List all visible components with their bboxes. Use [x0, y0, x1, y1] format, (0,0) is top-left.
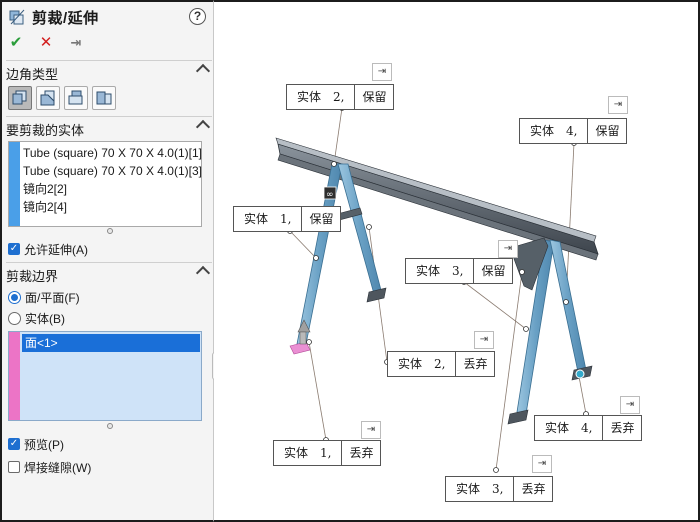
end-trim-icon [12, 90, 27, 105]
list-item[interactable]: 镜向2[4] [23, 198, 199, 216]
corner-type-section-header[interactable]: 边角类型 [6, 63, 212, 82]
collapse-chevron-icon[interactable] [195, 265, 211, 281]
body-label: 实体(B) [25, 311, 65, 326]
checkbox-checked-icon[interactable]: ✓ [8, 243, 20, 255]
pin-icon[interactable]: ⇥ [361, 421, 381, 439]
divider [6, 60, 212, 61]
callout-discard-body-4[interactable]: 实体 4, 丢弃 [534, 415, 643, 441]
callout-discard-body-1[interactable]: 实体 1, 丢弃 [273, 440, 382, 466]
pin-icon[interactable]: ⇥ [474, 331, 494, 349]
collapse-chevron-icon[interactable] [195, 63, 211, 79]
preview-label: 预览(P) [24, 437, 64, 452]
callout-action-label[interactable]: 保留 [474, 259, 512, 283]
bodies-to-trim-list[interactable]: Tube (square) 70 X 70 X 4.0(1)[1] Tube (… [8, 141, 202, 227]
callout-discard-body-2[interactable]: 实体 2, 丢弃 [387, 351, 496, 377]
list-resize-handle[interactable] [107, 423, 113, 429]
panel-title: 剪裁/延伸 [32, 9, 99, 27]
callout-action-label[interactable]: 丢弃 [603, 416, 641, 440]
callout-body-label: 实体 1, [234, 207, 303, 231]
callout-action-label[interactable]: 保留 [588, 119, 626, 143]
preview-checkbox[interactable]: ✓ 预览(P) [8, 435, 64, 453]
end-butt2-button[interactable] [92, 86, 116, 110]
body-radio[interactable]: 实体(B) [8, 309, 65, 327]
divider [6, 116, 212, 117]
callout-action-label[interactable]: 保留 [302, 207, 340, 231]
checkbox-unchecked-icon[interactable] [8, 461, 20, 473]
radio-selected-icon[interactable] [8, 290, 21, 304]
callout-action-label[interactable]: 丢弃 [514, 477, 552, 501]
end-miter-button[interactable] [36, 86, 60, 110]
ok-button[interactable]: ✔ [8, 35, 24, 51]
allow-extend-label: 允许延伸(A) [24, 242, 88, 257]
callout-body-label: 实体 4, [535, 416, 604, 440]
pin-icon[interactable]: ⇥ [608, 96, 628, 114]
corner-type-label: 边角类型 [6, 66, 59, 82]
callout-keep-body-2[interactable]: 实体 2, 保留 [286, 84, 395, 110]
trim-extend-feature-icon [9, 9, 25, 25]
left-frame: ∞ [289, 163, 387, 355]
pin-icon[interactable]: ⇥ [532, 455, 552, 473]
pin-icon[interactable]: ⇥ [372, 63, 392, 81]
weld-gap-label: 焊接缝隙(W) [24, 460, 92, 475]
end-miter-icon [40, 90, 55, 106]
trim-boundary-label: 剪裁边界 [6, 268, 59, 284]
pin-icon[interactable]: ⇥ [498, 240, 518, 258]
help-icon[interactable]: ? [189, 8, 206, 25]
list-resize-handle[interactable] [107, 228, 113, 234]
selection-color-stripe [9, 332, 20, 420]
list-item[interactable]: 镜向2[2] [23, 180, 199, 198]
checkbox-checked-icon[interactable]: ✓ [8, 438, 20, 450]
callout-keep-body-1[interactable]: 实体 1, 保留 [233, 206, 342, 232]
end-butt1-icon [68, 90, 83, 105]
end-butt1-button[interactable] [64, 86, 88, 110]
bodies-to-trim-section-header[interactable]: 要剪裁的实体 [6, 119, 212, 138]
callout-body-label: 实体 2, [287, 85, 356, 109]
callout-body-label: 实体 2, [388, 352, 457, 376]
divider [6, 262, 212, 263]
bodies-to-trim-label: 要剪裁的实体 [6, 122, 85, 138]
list-item-selected[interactable]: 面<1> [22, 334, 200, 352]
list-item[interactable]: Tube (square) 70 X 70 X 4.0(1)[1] [23, 144, 202, 162]
svg-text:∞: ∞ [326, 190, 334, 200]
callout-keep-body-3[interactable]: 实体 3, 保留 [405, 258, 514, 284]
callout-discard-body-3[interactable]: 实体 3, 丢弃 [445, 476, 554, 502]
callout-body-label: 实体 1, [274, 441, 343, 465]
face-plane-radio[interactable]: 面/平面(F) [8, 288, 80, 306]
callout-action-label[interactable]: 丢弃 [456, 352, 494, 376]
callout-body-label: 实体 4, [520, 119, 589, 143]
callout-action-label[interactable]: 丢弃 [342, 441, 380, 465]
corner-type-buttons [8, 86, 116, 110]
pin-icon[interactable]: ⇥ [68, 35, 84, 51]
property-manager-panel: 剪裁/延伸 ? ✔ ✕ ⇥ 边角类型 要剪裁的实体 Tube (square) … [0, 0, 214, 522]
end-butt2-icon [96, 91, 112, 105]
allow-extend-checkbox[interactable]: ✓ 允许延伸(A) [8, 240, 88, 258]
graphics-viewport[interactable]: ∞ 实体 2, 保留 ⇥ 实体 4, 保留 ⇥ 实体 1, 保留 实体 3, 保… [214, 0, 700, 522]
selection-color-stripe [9, 142, 20, 226]
callout-keep-body-4[interactable]: 实体 4, 保留 [519, 118, 628, 144]
panel-header: 剪裁/延伸 ? [6, 6, 212, 28]
list-item[interactable]: Tube (square) 70 X 70 X 4.0(1)[3] [23, 162, 202, 180]
callout-body-label: 实体 3, [406, 259, 475, 283]
callout-body-label: 实体 3, [446, 477, 515, 501]
trim-boundary-list[interactable]: 面<1> [8, 331, 202, 421]
cancel-button[interactable]: ✕ [38, 35, 54, 51]
radio-unselected-icon[interactable] [8, 311, 21, 325]
right-frame [507, 237, 593, 425]
collapse-chevron-icon[interactable] [195, 119, 211, 135]
face-plane-label: 面/平面(F) [25, 290, 80, 305]
action-row: ✔ ✕ ⇥ [8, 33, 84, 53]
pin-icon[interactable]: ⇥ [620, 396, 640, 414]
callout-action-label[interactable]: 保留 [355, 85, 393, 109]
end-trim-button[interactable] [8, 86, 32, 110]
trim-boundary-section-header[interactable]: 剪裁边界 [6, 265, 212, 284]
weld-gap-checkbox[interactable]: 焊接缝隙(W) [8, 458, 91, 476]
